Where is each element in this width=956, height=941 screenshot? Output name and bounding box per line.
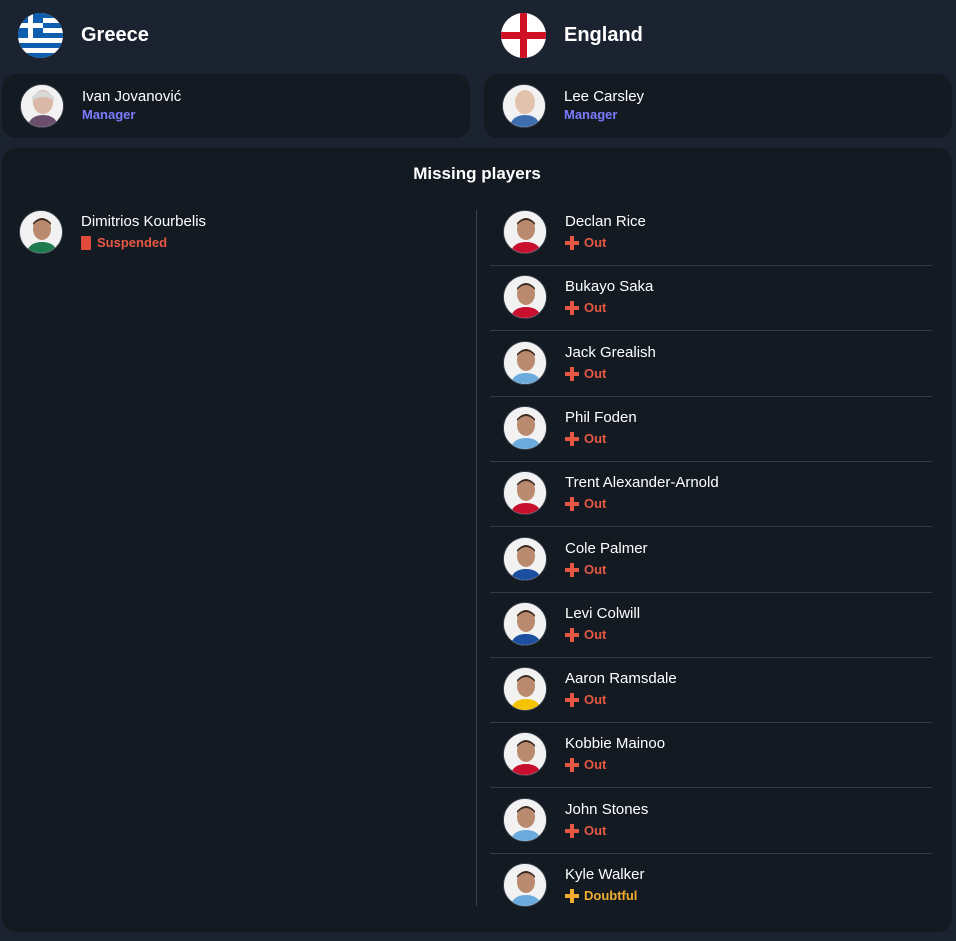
- injury-cross-icon: [565, 431, 579, 446]
- injury-cross-icon: [565, 758, 579, 773]
- player-name: Aaron Ramsdale: [565, 670, 677, 688]
- row-divider: [490, 591, 932, 593]
- injury-cross-icon: [565, 627, 579, 642]
- player-status: Out: [565, 430, 637, 448]
- player-name: Kobbie Mainoo: [565, 735, 666, 753]
- player-status: Out: [565, 234, 646, 252]
- player-status: Out: [565, 756, 665, 774]
- player-status-label: Out: [584, 430, 607, 446]
- row-divider: [490, 722, 932, 724]
- away-team-name: England: [564, 23, 643, 46]
- away-manager-card[interactable]: Lee Carsley Manager: [484, 74, 952, 138]
- player-status: Out: [565, 822, 648, 840]
- player-status-label: Out: [584, 626, 607, 642]
- player-avatar: [503, 536, 547, 581]
- injury-cross-icon: [565, 562, 579, 577]
- player-name: Declan Rice: [565, 213, 646, 230]
- player-status: Out: [565, 365, 656, 383]
- player-status: Out: [565, 561, 648, 579]
- player-name: Dimitrios Kourbelis: [81, 213, 207, 230]
- manager-role: Manager: [564, 107, 618, 122]
- player-avatar: [503, 275, 547, 320]
- player-name: Phil Foden: [565, 408, 637, 426]
- manager-avatar: [20, 84, 64, 128]
- player-status: Doubtful: [565, 887, 644, 905]
- player-status-label: Doubtful: [584, 888, 638, 903]
- player-status: Out: [565, 495, 719, 513]
- red-card-icon: [81, 236, 91, 250]
- player-avatar: [503, 863, 547, 907]
- player-avatar: [503, 210, 547, 254]
- player-name: Levi Colwill: [565, 604, 641, 622]
- player-avatar: [503, 340, 547, 385]
- home-team-name: Greece: [81, 23, 149, 46]
- row-divider: [490, 330, 932, 332]
- player-status-label: Out: [584, 235, 607, 250]
- manager-name: Ivan Jovanović: [82, 88, 182, 105]
- player-status-label: Out: [584, 300, 607, 316]
- home-team[interactable]: Greece: [18, 12, 149, 58]
- injury-cross-icon: [565, 366, 579, 381]
- player-name: Cole Palmer: [565, 539, 648, 557]
- doubtful-cross-icon: [565, 889, 579, 903]
- row-divider: [490, 852, 932, 854]
- teams-header: Greece England: [0, 0, 956, 70]
- player-avatar: [503, 471, 547, 516]
- row-divider: [490, 656, 932, 658]
- player-avatar: [503, 405, 547, 450]
- player-status: Suspended: [81, 234, 206, 252]
- missing-player-row[interactable]: Dimitrios Kourbelis Suspended: [19, 210, 206, 275]
- player-status-label: Out: [584, 561, 607, 577]
- injury-cross-icon: [565, 693, 579, 708]
- row-divider: [490, 787, 932, 789]
- player-status: Out: [565, 626, 640, 644]
- player-avatar: [503, 601, 547, 646]
- missing-player-row[interactable]: Kyle Walker Doubtful: [503, 863, 644, 928]
- player-status-label: Out: [584, 757, 607, 773]
- player-status-label: Out: [584, 822, 607, 838]
- home-manager-card[interactable]: Ivan Jovanović Manager: [2, 74, 470, 138]
- player-status-label: Suspended: [97, 235, 168, 250]
- player-avatar: [19, 210, 63, 254]
- player-name: Bukayo Saka: [565, 278, 654, 296]
- injury-cross-icon: [565, 301, 579, 316]
- player-name: Kyle Walker: [565, 866, 645, 883]
- row-divider: [490, 395, 932, 397]
- row-divider: [490, 526, 932, 528]
- column-divider: [476, 210, 477, 906]
- player-status: Out: [565, 299, 653, 317]
- manager-name: Lee Carsley: [564, 88, 645, 105]
- missing-players-title: Missing players: [413, 164, 541, 183]
- player-status-label: Out: [584, 692, 607, 708]
- player-avatar: [503, 797, 547, 842]
- player-avatar: [503, 667, 547, 712]
- player-status: Out: [565, 691, 677, 709]
- player-avatar: [503, 732, 547, 777]
- injury-cross-icon: [565, 823, 579, 838]
- row-divider: [490, 265, 932, 266]
- player-status-label: Out: [584, 365, 607, 381]
- manager-avatar: [502, 84, 546, 128]
- player-name: John Stones: [565, 800, 649, 818]
- injury-cross-icon: [565, 236, 579, 250]
- row-divider: [490, 460, 932, 462]
- injury-cross-icon: [565, 497, 579, 512]
- player-name: Trent Alexander-Arnold: [565, 474, 719, 492]
- player-status-label: Out: [584, 496, 607, 512]
- greece-flag-icon: [18, 12, 63, 58]
- away-team[interactable]: England: [501, 12, 643, 58]
- england-flag-icon: [501, 12, 546, 58]
- player-name: Jack Grealish: [565, 343, 656, 361]
- manager-role: Manager: [82, 107, 136, 122]
